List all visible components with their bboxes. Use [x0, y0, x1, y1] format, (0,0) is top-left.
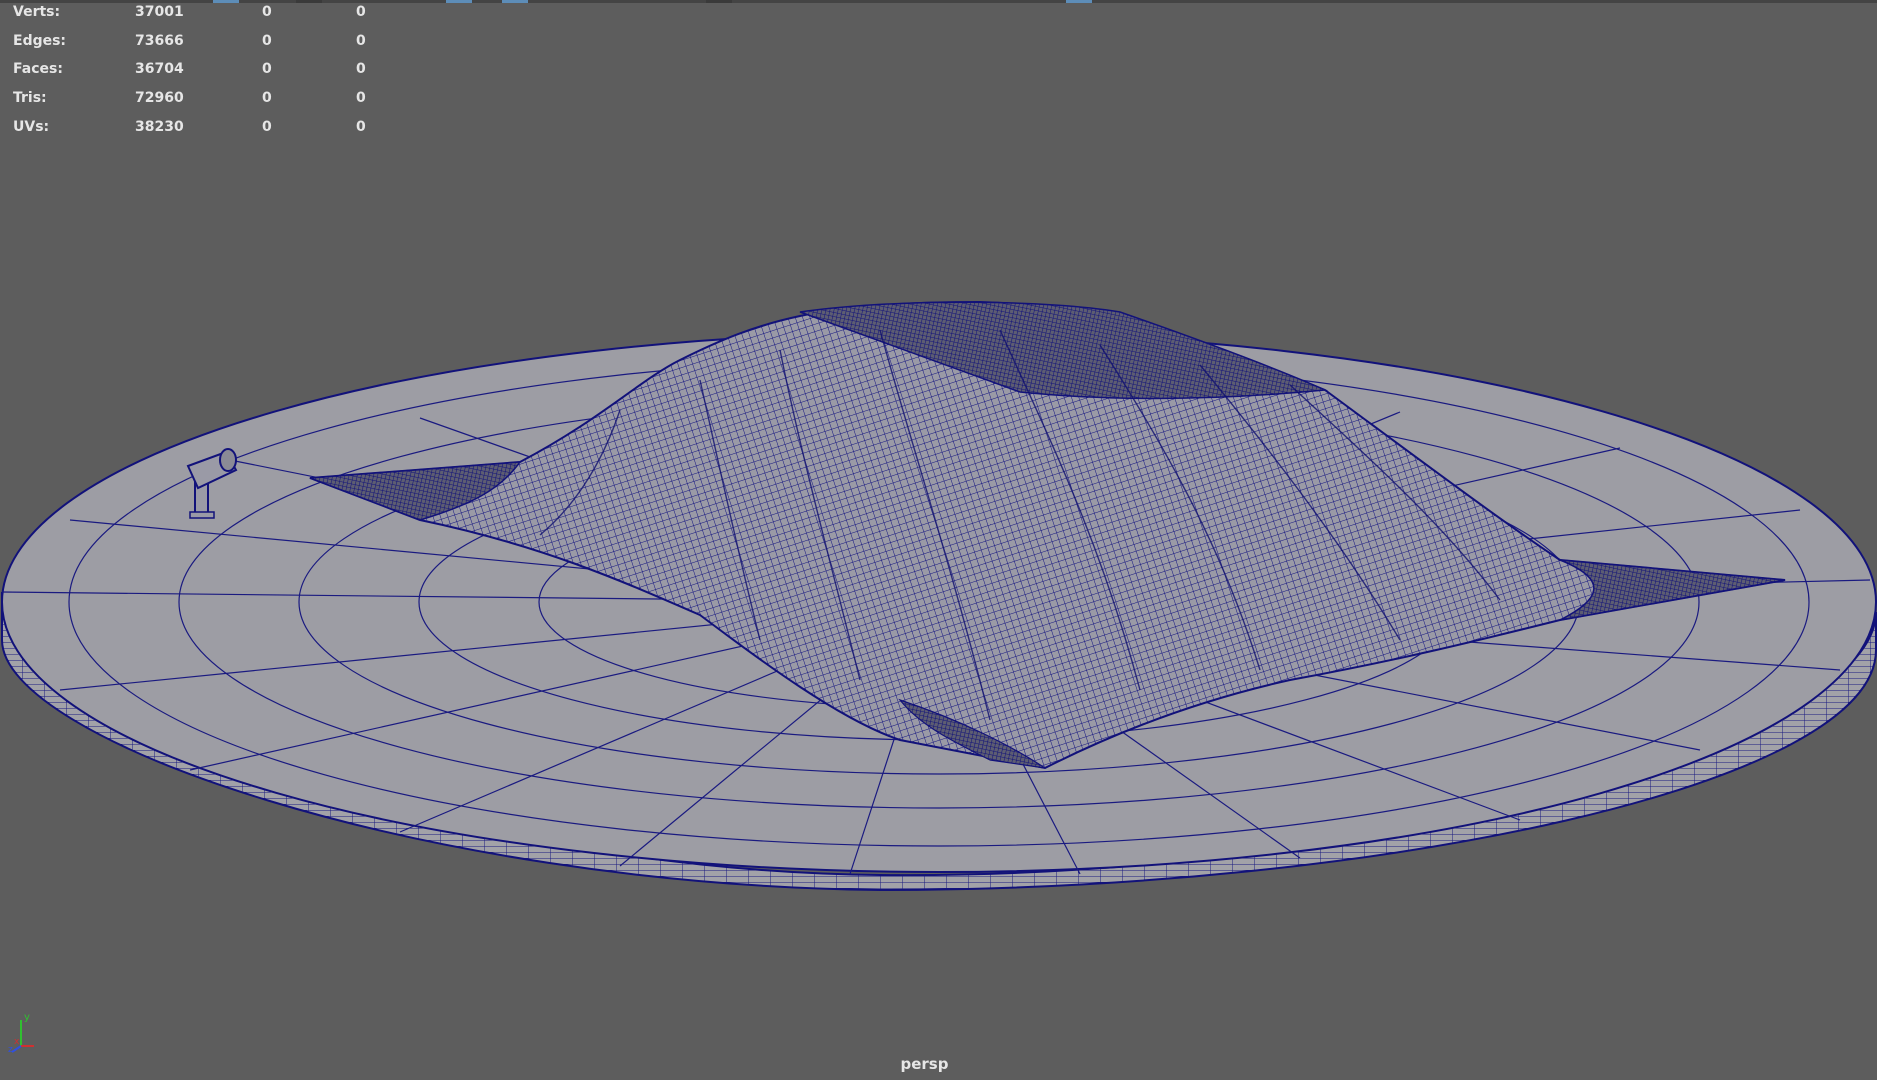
hud-value-selected: 0 — [262, 4, 272, 20]
hud-value-extra: 0 — [356, 118, 366, 135]
hud-value-selected: 0 — [262, 32, 272, 49]
hud-value-total: 73666 — [135, 32, 184, 49]
camera-name-label: persp — [900, 1055, 949, 1073]
scene-3d-view[interactable] — [0, 0, 1877, 1080]
axis-y-label: y — [24, 1012, 30, 1023]
hud-value-selected: 0 — [262, 118, 272, 135]
hud-value-total: 72960 — [135, 90, 184, 107]
hud-label: Edges: — [13, 32, 67, 49]
hud-value-total: 38230 — [135, 118, 184, 135]
hud-value-selected: 0 — [262, 61, 272, 78]
hud-value-total: 37001 — [135, 4, 184, 20]
hud-value-extra: 0 — [356, 90, 366, 107]
hud-label: Faces: — [13, 61, 63, 78]
hud-value-extra: 0 — [356, 32, 366, 49]
hud-value-extra: 0 — [356, 4, 366, 20]
axis-z-label: z — [8, 1045, 13, 1055]
hud-value-total: 36704 — [135, 61, 184, 78]
hud-label: Verts: — [13, 4, 61, 20]
axis-x-label: x — [14, 1037, 20, 1047]
perspective-viewport[interactable]: Verts: 37001 0 0 Edges: 73666 0 0 Faces:… — [0, 0, 1877, 1080]
hud-label: Tris: — [13, 90, 47, 107]
hud-value-selected: 0 — [262, 90, 272, 107]
hud-value-extra: 0 — [356, 61, 366, 78]
axis-gizmo-icon: y x z — [8, 1012, 34, 1055]
hud-label: UVs: — [13, 118, 50, 135]
